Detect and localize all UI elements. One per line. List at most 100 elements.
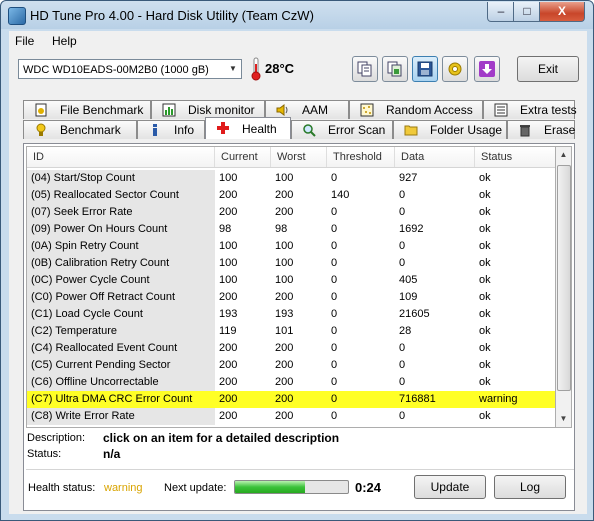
cell-current: 100 xyxy=(219,240,238,252)
status-label: Status: xyxy=(27,448,62,460)
exit-button[interactable]: Exit xyxy=(517,56,579,82)
menu-file[interactable]: File xyxy=(15,34,34,48)
client-area: File Help WDC WD10EADS-00M2B0 (1000 gB) … xyxy=(9,31,587,514)
disk-monitor-icon xyxy=(162,103,176,117)
update-button[interactable]: Update xyxy=(414,475,486,499)
cell-worst: 193 xyxy=(275,308,294,320)
options-button[interactable] xyxy=(442,56,468,82)
cell-status: ok xyxy=(479,189,491,201)
cell-status: ok xyxy=(479,257,491,269)
close-button[interactable]: X xyxy=(539,2,585,22)
column-header-id[interactable]: ID xyxy=(27,147,215,167)
cell-status: ok xyxy=(479,274,491,286)
table-row[interactable]: (0C) Power Cycle Count 100 100 0 405 ok xyxy=(27,272,555,289)
tab-label: Error Scan xyxy=(328,123,386,137)
cell-id: (07) Seek Error Rate xyxy=(27,204,215,221)
cell-threshold: 0 xyxy=(331,291,338,303)
column-header-current[interactable]: Current xyxy=(215,147,271,167)
column-header-data[interactable]: Data xyxy=(395,147,475,167)
table-row[interactable]: (C5) Current Pending Sector 200 200 0 0 ok xyxy=(27,357,555,374)
cell-worst: 200 xyxy=(275,189,294,201)
copy-screenshot-icon xyxy=(387,61,402,77)
vertical-scrollbar[interactable]: ▲ ▼ xyxy=(556,146,572,428)
table-row[interactable]: (04) Start/Stop Count 100 100 0 927 ok xyxy=(27,170,555,187)
cell-threshold: 0 xyxy=(331,393,338,405)
cell-current: 100 xyxy=(219,172,238,184)
toolbar: WDC WD10EADS-00M2B0 (1000 gB) ▼ 28°C Exi… xyxy=(9,51,587,96)
cell-worst: 200 xyxy=(275,342,294,354)
cell-id: (0B) Calibration Retry Count xyxy=(27,255,215,272)
update-progress-bar xyxy=(234,480,349,494)
scroll-thumb[interactable] xyxy=(557,165,571,391)
table-row[interactable]: (05) Reallocated Sector Count 200 200 140 0 o… xyxy=(27,187,555,204)
column-header-status[interactable]: Status xyxy=(475,147,555,167)
table-row[interactable]: (C7) Ultra DMA CRC Error Count 200 200 0 716… xyxy=(27,391,555,408)
extra-tests-icon xyxy=(494,103,508,117)
column-header-threshold[interactable]: Threshold xyxy=(327,147,395,167)
file-benchmark-icon xyxy=(35,103,47,117)
tab-random-access[interactable]: Random Access xyxy=(349,100,483,119)
table-row[interactable]: (0B) Calibration Retry Count 100 100 0 0 ok xyxy=(27,255,555,272)
cell-worst: 200 xyxy=(275,410,294,422)
title-bar[interactable]: HD Tune Pro 4.00 - Hard Disk Utility (Te… xyxy=(1,1,593,29)
table-row[interactable]: (C2) Temperature 119 101 0 28 ok xyxy=(27,323,555,340)
health-panel: ID Current Worst Threshold Data Status (… xyxy=(23,143,575,511)
table-row[interactable]: (09) Power On Hours Count 98 98 0 1692 ok xyxy=(27,221,555,238)
minimize-button[interactable]: – xyxy=(487,2,515,22)
drive-select[interactable]: WDC WD10EADS-00M2B0 (1000 gB) ▼ xyxy=(18,59,242,79)
cell-status: ok xyxy=(479,291,491,303)
maximize-button[interactable]: □ xyxy=(513,2,541,22)
table-row[interactable]: (C0) Power Off Retract Count 200 200 0 109 ok xyxy=(27,289,555,306)
copy-screenshot-button[interactable] xyxy=(382,56,408,82)
table-row[interactable]: (C8) Write Error Rate 200 200 0 0 ok xyxy=(27,408,555,425)
random-access-icon xyxy=(360,103,374,117)
cell-current: 200 xyxy=(219,206,238,218)
health-status-label: Health status: xyxy=(28,482,96,494)
table-row[interactable]: (07) Seek Error Rate 200 200 0 0 ok xyxy=(27,204,555,221)
table-row[interactable]: (C6) Offline Uncorrectable 200 200 0 0 ok xyxy=(27,374,555,391)
progress-fill xyxy=(235,481,306,493)
cell-worst: 98 xyxy=(275,223,288,235)
cell-data: 716881 xyxy=(399,393,436,405)
cell-current: 100 xyxy=(219,274,238,286)
health-cross-icon xyxy=(217,122,229,134)
tab-extra-tests[interactable]: Extra tests xyxy=(483,100,577,119)
cell-id: (0C) Power Cycle Count xyxy=(27,272,215,289)
tab-folder-usage[interactable]: Folder Usage xyxy=(393,120,507,139)
table-row[interactable]: (C1) Load Cycle Count 193 193 0 21605 ok xyxy=(27,306,555,323)
save-screenshot-button[interactable] xyxy=(412,56,438,82)
cell-id: (C7) Ultra DMA CRC Error Count xyxy=(27,391,215,408)
cell-id: (C8) Write Error Rate xyxy=(27,408,215,425)
log-button[interactable]: Log xyxy=(494,475,566,499)
cell-current: 200 xyxy=(219,410,238,422)
tab-info[interactable]: Info xyxy=(137,120,205,139)
temperature-readout: 28°C xyxy=(265,61,295,76)
cell-data: 28 xyxy=(399,325,412,337)
cell-worst: 101 xyxy=(275,325,294,337)
smart-table[interactable]: ID Current Worst Threshold Data Status (… xyxy=(26,146,556,428)
cell-threshold: 0 xyxy=(331,308,338,320)
tab-error-scan[interactable]: Error Scan xyxy=(291,120,393,139)
column-header-worst[interactable]: Worst xyxy=(271,147,327,167)
cell-data: 109 xyxy=(399,291,418,303)
folder-icon xyxy=(404,125,418,136)
table-row[interactable]: (0A) Spin Retry Count 100 100 0 0 ok xyxy=(27,238,555,255)
cell-worst: 100 xyxy=(275,257,294,269)
scroll-down-arrow-icon[interactable]: ▼ xyxy=(556,411,571,427)
copy-text-button[interactable] xyxy=(352,56,378,82)
cell-current: 193 xyxy=(219,308,238,320)
tab-benchmark[interactable]: Benchmark xyxy=(23,120,137,139)
cell-id: (C1) Load Cycle Count xyxy=(27,306,215,323)
tab-erase[interactable]: Erase xyxy=(507,120,575,139)
tab-label: Folder Usage xyxy=(430,123,503,137)
next-update-time: 0:24 xyxy=(355,480,382,495)
download-button[interactable] xyxy=(474,56,500,82)
tab-label: Health xyxy=(242,122,277,136)
tab-health[interactable]: Health xyxy=(205,117,291,139)
scroll-up-arrow-icon[interactable]: ▲ xyxy=(556,147,571,163)
cell-threshold: 0 xyxy=(331,172,338,184)
menu-help[interactable]: Help xyxy=(52,34,77,48)
tab-file-benchmark[interactable]: File Benchmark xyxy=(23,100,151,119)
cell-data: 21605 xyxy=(399,308,430,320)
table-row[interactable]: (C4) Reallocated Event Count 200 200 0 0 ok xyxy=(27,340,555,357)
